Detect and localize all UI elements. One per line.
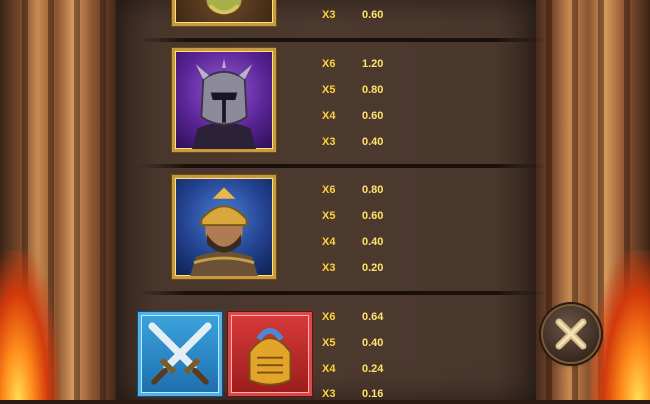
payout-value: 0.20 <box>362 262 384 274</box>
payout-multiplier: X3 <box>322 388 336 400</box>
payout-multiplier: X3 <box>322 262 336 274</box>
payout-value: 0.80 <box>362 184 384 196</box>
symbol-tile-golden-helmet <box>228 312 312 396</box>
payout-multiplier: X5 <box>322 210 336 222</box>
section-divider <box>138 164 546 168</box>
payout-value: 0.24 <box>362 363 384 375</box>
payout-value: 0.60 <box>362 110 384 122</box>
crossed-swords-icon <box>148 322 212 385</box>
roman-soldier-icon <box>190 187 258 276</box>
payout-value: 1.20 <box>362 58 384 70</box>
right-fire-decoration <box>590 250 650 400</box>
payout-multiplier: X6 <box>322 184 336 196</box>
close-button[interactable] <box>543 306 599 362</box>
symbol-tile-blue-soldier <box>172 175 276 279</box>
armored-warrior-icon <box>191 58 257 149</box>
payout-value: 0.40 <box>362 136 384 148</box>
payout-value: 0.60 <box>362 9 384 21</box>
payout-multiplier: X5 <box>322 84 336 96</box>
payout-multiplier: X6 <box>322 58 336 70</box>
section-divider <box>138 291 546 295</box>
gladiator-icon <box>206 0 242 15</box>
section-divider <box>138 38 546 42</box>
payout-value: 0.60 <box>362 210 384 222</box>
payout-value: 0.64 <box>362 311 384 323</box>
symbol-tile-crossed-swords <box>138 312 222 396</box>
payout-multiplier: X6 <box>322 311 336 323</box>
payout-value: 0.40 <box>362 337 384 349</box>
payout-value: 0.40 <box>362 236 384 248</box>
payout-multiplier: X3 <box>322 136 336 148</box>
payout-multiplier: X4 <box>322 236 336 248</box>
symbol-tile-purple-warrior <box>172 48 276 152</box>
golden-helmet-icon <box>248 328 292 386</box>
payout-multiplier: X4 <box>322 110 336 122</box>
payout-multiplier: X4 <box>322 363 336 375</box>
close-x-icon <box>555 318 587 350</box>
payout-value: 0.80 <box>362 84 384 96</box>
payout-multiplier: X5 <box>322 337 336 349</box>
payout-value: 0.16 <box>362 388 384 400</box>
left-fire-decoration <box>0 250 60 400</box>
symbol-tile-top <box>172 0 276 26</box>
payout-multiplier: X3 <box>322 9 336 21</box>
